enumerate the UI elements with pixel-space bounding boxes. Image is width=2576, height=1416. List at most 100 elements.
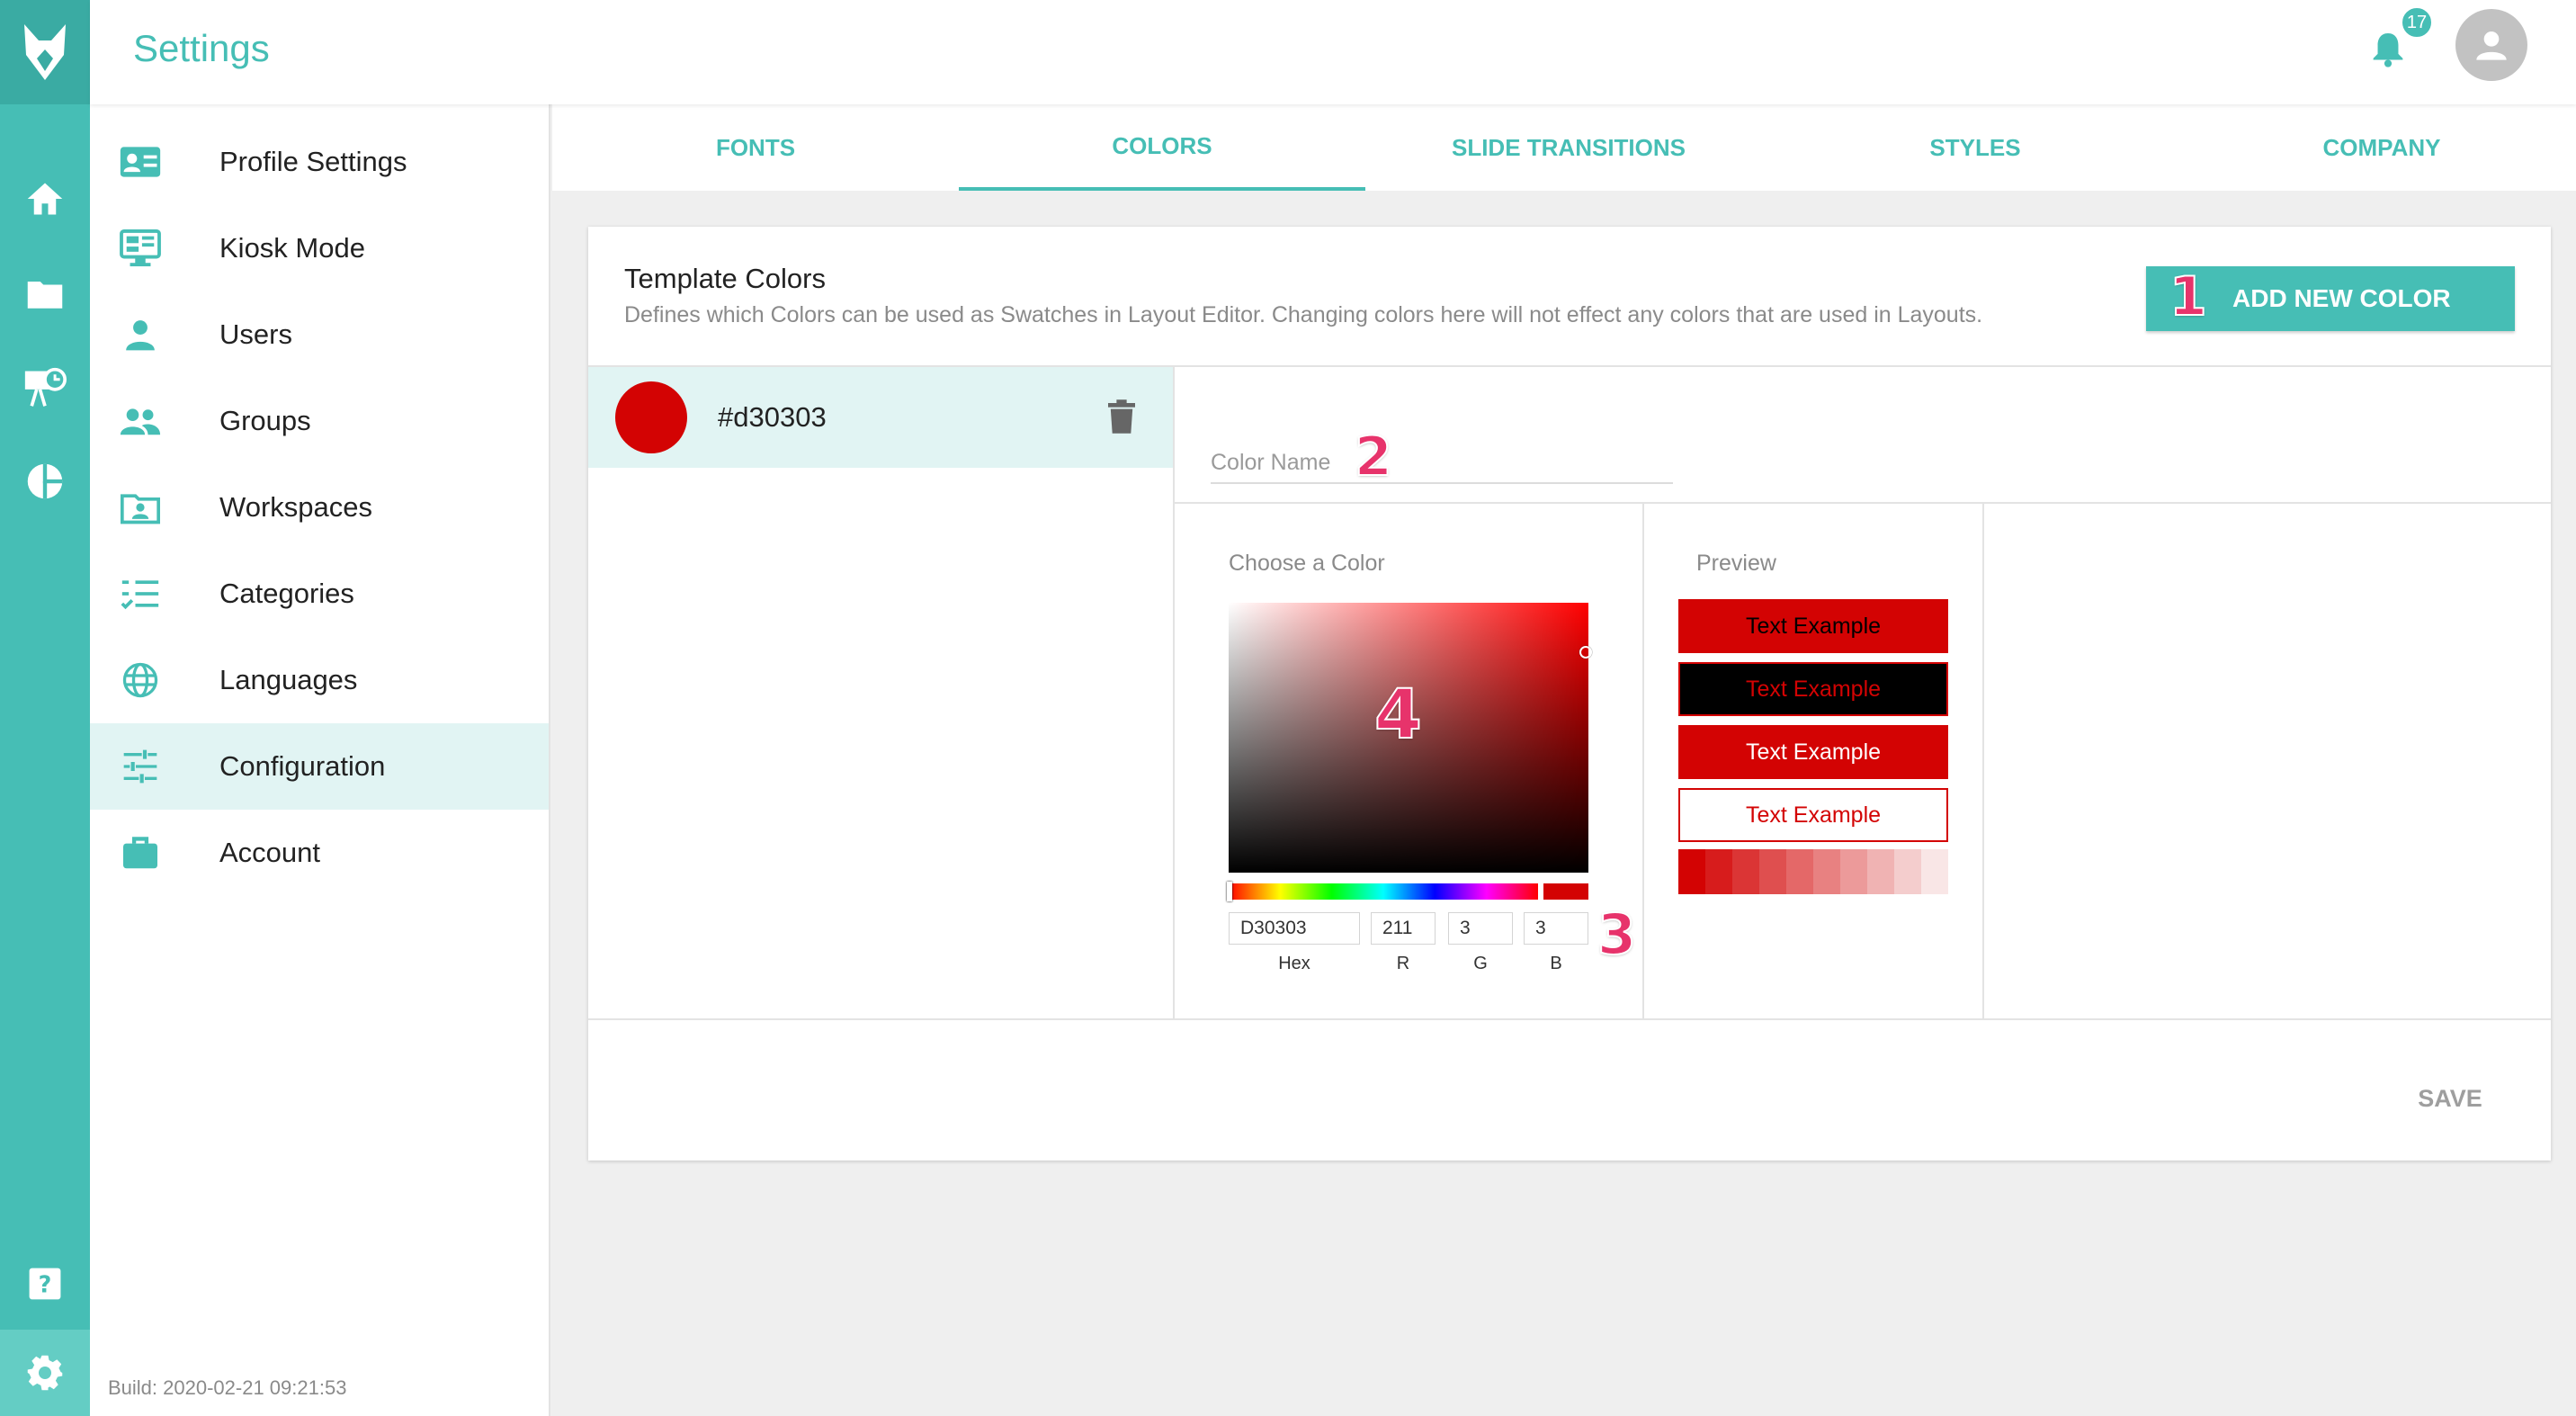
preview-on-black: Text Example [1678,662,1948,716]
color-list-item[interactable]: #d30303 [588,367,1173,468]
trash-icon[interactable] [1108,399,1140,435]
presentation-icon[interactable] [0,347,90,428]
group-icon [119,399,162,443]
template-colors-card: Template Colors Defines which Colors can… [588,227,2551,1161]
folder-icon[interactable] [0,254,90,335]
nav-label: Groups [219,405,311,436]
g-input[interactable] [1449,913,1512,944]
shade-swatch [1840,849,1867,894]
nav-item-account[interactable]: Account [90,810,549,896]
g-field[interactable] [1448,912,1513,945]
preview-dark-text: Text Example [1678,599,1948,653]
pie-chart-icon[interactable] [0,441,90,522]
hue-slider[interactable] [1227,882,1538,901]
nav-label: Languages [219,664,358,695]
shade-swatch [1732,849,1759,894]
briefcase-icon [119,831,162,874]
color-swatch [615,381,687,453]
card-description: Defines which Colors can be used as Swat… [624,302,1983,327]
shade-swatch [1705,849,1732,894]
shade-swatch [1894,849,1921,894]
tab-company[interactable]: COMPANY [2178,104,2576,191]
r-field[interactable] [1371,912,1436,945]
nav-label: Profile Settings [219,146,407,177]
fox-logo-icon[interactable] [0,0,90,104]
choose-color-label: Choose a Color [1229,551,1385,576]
globe-icon [119,659,162,702]
divider [1642,504,1644,1018]
annotation-marker: 3 [1597,901,1637,967]
save-button[interactable]: SAVE [2387,1076,2513,1121]
hex-field[interactable] [1229,912,1360,945]
divider [1173,367,1175,1018]
color-name-input[interactable] [1211,425,1673,482]
sliders-icon [119,745,162,788]
b-label: B [1550,954,1562,973]
user-icon [119,313,162,356]
shade-swatch [1678,849,1705,894]
page-title: Settings [133,27,270,69]
color-name-field[interactable]: 2 [1211,425,1673,488]
nav-item-workspaces[interactable]: Workspaces [90,464,549,551]
nav-item-categories[interactable]: Categories [90,551,549,637]
tab-slide-transitions[interactable]: SLIDE TRANSITIONS [1365,104,1772,191]
nav-label: Workspaces [219,491,372,523]
nav-label: Configuration [219,750,386,782]
add-new-color-button[interactable]: 1 ADD NEW COLOR [2146,266,2515,331]
annotation-marker: 4 [1373,674,1423,754]
b-input[interactable] [1525,913,1588,944]
hue-handle[interactable] [1227,882,1232,901]
nav-item-configuration[interactable]: Configuration [90,723,549,810]
nav-item-kiosk-mode[interactable]: Kiosk Mode [90,205,549,291]
annotation-marker: 2 [1354,426,1393,488]
build-info: Build: 2020-02-21 09:21:53 [108,1376,347,1399]
top-header: Settings 17 [90,0,2576,104]
preview-outline: Text Example [1678,788,1948,842]
id-card-icon [119,140,162,184]
shade-swatch [1867,849,1894,894]
help-icon[interactable]: ? [0,1243,90,1324]
settings-nav: Profile Settings Kiosk Mode Users Groups… [90,104,550,1416]
shade-strip [1678,849,1948,894]
nav-item-profile-settings[interactable]: Profile Settings [90,119,549,205]
b-field[interactable] [1524,912,1588,945]
color-swatch-label: #d30303 [718,401,827,433]
nav-label: Kiosk Mode [219,232,365,264]
tab-fonts[interactable]: FONTS [552,104,959,191]
gear-icon[interactable] [0,1330,90,1416]
tab-colors[interactable]: COLORS [959,104,1365,191]
annotation-marker: 1 [2169,265,2208,328]
tab-styles[interactable]: STYLES [1772,104,2178,191]
nav-item-languages[interactable]: Languages [90,637,549,723]
shade-swatch [1921,849,1948,894]
monitor-icon [119,227,162,270]
svg-text:?: ? [39,1271,52,1298]
divider [1175,502,2551,504]
g-label: G [1473,954,1488,973]
nav-item-users[interactable]: Users [90,291,549,378]
notification-badge[interactable]: 17 [2400,5,2434,40]
divider [588,1018,2551,1020]
nav-item-groups[interactable]: Groups [90,378,549,464]
shade-swatch [1759,849,1786,894]
saturation-handle[interactable] [1579,646,1592,659]
saturation-value-picker[interactable]: 4 [1229,603,1592,873]
icon-rail: ? [0,0,90,1416]
shade-swatch [1786,849,1813,894]
nav-label: Account [219,837,321,868]
avatar[interactable] [2455,9,2527,81]
workspace-icon [119,486,162,529]
divider [1982,504,1984,1018]
r-input[interactable] [1372,913,1435,944]
card-title: Template Colors [624,263,826,294]
hex-input[interactable] [1230,913,1359,944]
nav-label: Users [219,318,292,350]
r-label: R [1396,954,1410,973]
config-tabs: FONTS COLORS SLIDE TRANSITIONS STYLES CO… [552,104,2576,191]
home-icon[interactable] [0,158,90,239]
shade-swatch [1813,849,1840,894]
current-color-swatch [1543,883,1588,900]
preview-light-text: Text Example [1678,725,1948,779]
hex-label: Hex [1278,954,1310,973]
checklist-icon [119,572,162,615]
